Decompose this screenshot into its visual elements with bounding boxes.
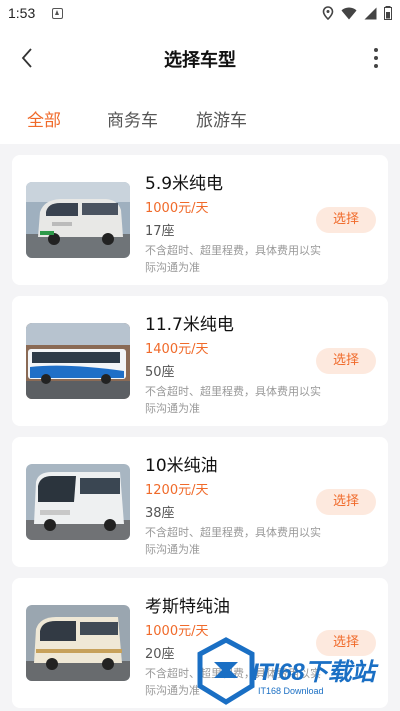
vehicle-price: 1200元/天 <box>145 483 209 498</box>
vehicle-image <box>26 464 130 540</box>
vehicle-note: 不含超时、超里程费，具体费用以实际沟通为准 <box>145 385 321 415</box>
vehicle-list: 5.9米纯电 1000元/天 17座 不含超时、超里程费，具体费用以实际沟通为准… <box>0 144 400 711</box>
more-dot-icon <box>374 48 378 52</box>
status-bar: 1:53 <box>0 0 400 28</box>
tab-all[interactable]: 全部 <box>27 106 61 131</box>
more-options-button[interactable] <box>370 46 382 70</box>
vehicle-card[interactable]: 11.7米纯电 1400元/天 50座 不含超时、超里程费，具体费用以实际沟通为… <box>12 296 388 426</box>
select-button[interactable]: 选择 <box>316 348 376 374</box>
tab-tour[interactable]: 旅游车 <box>196 106 247 131</box>
watermark-subtitle: IT168 Download <box>258 686 324 696</box>
vehicle-seats: 20座 <box>145 647 175 662</box>
watermark-emblem-icon <box>197 637 255 705</box>
watermark-title: ITI68下载站 <box>252 659 375 686</box>
watermark-logo: ITI68下载站 IT168 Download <box>192 630 400 711</box>
notification-icon <box>52 8 63 19</box>
status-icons <box>322 6 392 20</box>
status-time: 1:53 <box>8 5 36 21</box>
category-tabs: 全部 商务车 旅游车 <box>0 88 400 144</box>
select-button[interactable]: 选择 <box>316 207 376 233</box>
page-title: 选择车型 <box>164 50 236 71</box>
more-dot-icon <box>374 56 378 60</box>
wifi-icon <box>341 7 357 19</box>
vehicle-card[interactable]: 5.9米纯电 1000元/天 17座 不含超时、超里程费，具体费用以实际沟通为准… <box>12 155 388 285</box>
vehicle-image <box>26 605 130 681</box>
battery-icon <box>384 6 392 20</box>
vehicle-seats: 17座 <box>145 224 175 239</box>
vehicle-note: 不含超时、超里程费，具体费用以实际沟通为准 <box>145 244 321 274</box>
signal-icon <box>364 7 377 19</box>
location-icon <box>322 6 334 20</box>
tab-business[interactable]: 商务车 <box>107 106 158 131</box>
vehicle-image <box>26 323 130 399</box>
vehicle-name: 5.9米纯电 <box>145 174 224 194</box>
more-dot-icon <box>374 64 378 68</box>
vehicle-name: 10米纯油 <box>145 456 218 476</box>
vehicle-image <box>26 182 130 258</box>
vehicle-note: 不含超时、超里程费，具体费用以实际沟通为准 <box>145 526 321 556</box>
vehicle-seats: 38座 <box>145 506 175 521</box>
vehicle-price: 1000元/天 <box>145 201 209 216</box>
vehicle-name: 11.7米纯电 <box>145 315 234 335</box>
vehicle-price: 1400元/天 <box>145 342 209 357</box>
select-button[interactable]: 选择 <box>316 489 376 515</box>
vehicle-name: 考斯特纯油 <box>145 597 230 617</box>
vehicle-seats: 50座 <box>145 365 175 380</box>
app-header: 选择车型 <box>0 28 400 88</box>
vehicle-card[interactable]: 10米纯油 1200元/天 38座 不含超时、超里程费，具体费用以实际沟通为准 … <box>12 437 388 567</box>
